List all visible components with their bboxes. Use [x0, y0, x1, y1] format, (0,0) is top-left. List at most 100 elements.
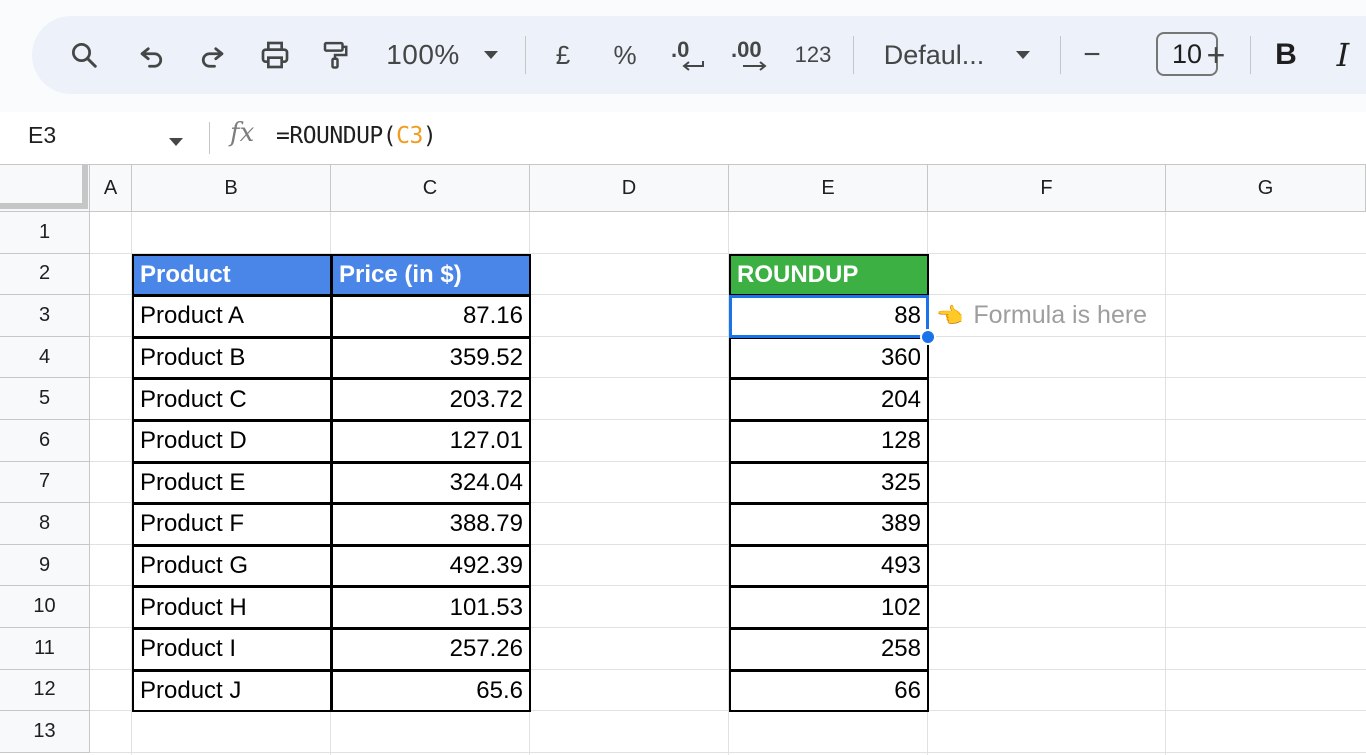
cell-b12-product[interactable]: Product J: [132, 669, 332, 713]
column-header-g[interactable]: G: [1166, 164, 1366, 212]
cell-c3-price[interactable]: 87.16: [331, 295, 531, 338]
cell-e9-roundup[interactable]: 493: [729, 544, 929, 588]
column-header-d[interactable]: D: [530, 164, 729, 212]
column-header-a[interactable]: A: [90, 164, 132, 212]
freeze-handle-vertical[interactable]: [82, 165, 88, 209]
decrease-decimal-button[interactable]: .0: [664, 16, 710, 94]
cell-b5-product[interactable]: Product C: [132, 378, 332, 421]
toolbar-divider: [525, 36, 526, 74]
cell-e10-roundup[interactable]: 102: [729, 586, 929, 629]
search-menus-button[interactable]: [60, 16, 108, 94]
column-header-c[interactable]: C: [331, 164, 530, 212]
row-header-7[interactable]: 7: [0, 461, 90, 504]
formula-prefix: =ROUNDUP(: [276, 123, 397, 149]
font-family-dropdown-button[interactable]: [1008, 16, 1038, 94]
cell-e2-header-roundup[interactable]: ROUNDUP: [729, 253, 929, 297]
row-header-5[interactable]: 5: [0, 378, 90, 420]
cell-c10-price[interactable]: 101.53: [331, 586, 531, 629]
toolbar-divider: [1060, 36, 1061, 74]
name-box[interactable]: E3: [28, 122, 56, 149]
row-header-1[interactable]: 1: [0, 212, 90, 254]
cell-e12-roundup[interactable]: 66: [729, 669, 929, 713]
formula-note: 👈 Formula is here: [936, 295, 1147, 337]
undo-button[interactable]: [128, 16, 176, 94]
cell-e5-roundup[interactable]: 204: [729, 378, 929, 421]
cell-b9-product[interactable]: Product G: [132, 544, 332, 588]
decrease-decimal-icon: .0: [667, 35, 707, 75]
percent-format-button[interactable]: %: [606, 16, 644, 94]
select-all-corner[interactable]: [0, 164, 90, 212]
paint-format-button[interactable]: [312, 16, 358, 94]
redo-icon: [201, 47, 224, 68]
row-header-3[interactable]: 3: [0, 295, 90, 337]
cell-e6-roundup[interactable]: 128: [729, 420, 929, 463]
toolbar-divider: [1250, 36, 1251, 74]
bold-button[interactable]: B: [1268, 16, 1304, 94]
increase-decimal-icon: .00: [729, 35, 773, 75]
zoom-select[interactable]: 100%: [378, 16, 468, 94]
name-box-dropdown[interactable]: [168, 134, 184, 152]
cell-b4-product[interactable]: Product B: [132, 336, 332, 380]
column-header-e[interactable]: E: [729, 164, 928, 212]
zoom-dropdown-button[interactable]: [476, 16, 506, 94]
column-header-b[interactable]: B: [132, 164, 331, 212]
formula-bar-divider: [209, 122, 210, 154]
row-header-2[interactable]: 2: [0, 253, 90, 296]
row-header-13[interactable]: 13: [0, 711, 90, 753]
row-header-10[interactable]: 10: [0, 586, 90, 628]
formula-note-text: Formula is here: [973, 301, 1148, 330]
decrease-font-size-button[interactable]: −: [1076, 16, 1108, 94]
cell-c12-price[interactable]: 65.6: [331, 669, 531, 713]
print-icon: [261, 41, 289, 69]
more-formats-button[interactable]: 123: [788, 16, 838, 94]
currency-format-button[interactable]: £: [544, 16, 582, 94]
cell-e7-roundup[interactable]: 325: [729, 461, 929, 505]
cell-c7-price[interactable]: 324.04: [331, 461, 531, 505]
cell-b2-header-product[interactable]: Product: [132, 253, 332, 297]
row-header-4[interactable]: 4: [0, 336, 90, 379]
search-icon: [72, 43, 97, 68]
cell-c8-price[interactable]: 388.79: [331, 503, 531, 546]
cell-b11-product[interactable]: Product I: [132, 628, 332, 671]
cell-c11-price[interactable]: 257.26: [331, 628, 531, 671]
italic-button[interactable]: I: [1328, 16, 1358, 94]
toolbar: 100% £ % .0 .00 123 Defaul... − 10 + B I: [32, 16, 1366, 94]
print-button[interactable]: [250, 16, 300, 94]
cell-e8-roundup[interactable]: 389: [729, 503, 929, 546]
cell-c6-price[interactable]: 127.01: [331, 420, 531, 463]
row-header-9[interactable]: 9: [0, 544, 90, 587]
paint-format-icon: [323, 41, 348, 69]
formula-cell-reference: C3: [396, 123, 423, 149]
toolbar-divider: [853, 36, 854, 74]
gridline-horizontal: [90, 751, 1366, 753]
spreadsheet-grid[interactable]: A B C D E F G 1 2 3 4 5 6 7 8 9 10 11 12 13 Product Price (in…: [0, 164, 1366, 755]
row-header-11[interactable]: 11: [0, 628, 90, 670]
cell-b10-product[interactable]: Product H: [132, 586, 332, 629]
row-header-6[interactable]: 6: [0, 420, 90, 462]
cell-b3-product[interactable]: Product A: [132, 295, 332, 338]
font-family-select[interactable]: Defaul...: [878, 16, 990, 94]
cell-b8-product[interactable]: Product F: [132, 503, 332, 546]
column-header-f[interactable]: F: [928, 164, 1166, 212]
cell-e4-roundup[interactable]: 360: [729, 336, 929, 380]
cell-e11-roundup[interactable]: 258: [729, 628, 929, 671]
cell-b6-product[interactable]: Product D: [132, 420, 332, 463]
freeze-handle-horizontal[interactable]: [0, 203, 82, 209]
cell-c5-price[interactable]: 203.72: [331, 378, 531, 421]
chevron-down-icon: [169, 138, 183, 146]
row-header-12[interactable]: 12: [0, 669, 90, 712]
increase-decimal-button[interactable]: .00: [726, 16, 776, 94]
cell-c9-price[interactable]: 492.39: [331, 544, 531, 588]
fill-handle[interactable]: [920, 328, 936, 345]
formula-input[interactable]: =ROUNDUP(C3): [276, 123, 437, 149]
cell-c2-header-price[interactable]: Price (in $): [331, 253, 531, 297]
chevron-down-icon: [1016, 51, 1030, 59]
increase-font-size-button[interactable]: +: [1200, 16, 1232, 94]
formula-suffix: ): [422, 123, 437, 149]
redo-button[interactable]: [188, 16, 236, 94]
cell-b7-product[interactable]: Product E: [132, 461, 332, 505]
row-header-8[interactable]: 8: [0, 503, 90, 545]
cell-c4-price[interactable]: 359.52: [331, 336, 531, 380]
pointing-hand-icon: 👈: [936, 302, 964, 328]
cell-e3-roundup[interactable]: 88: [729, 295, 929, 338]
